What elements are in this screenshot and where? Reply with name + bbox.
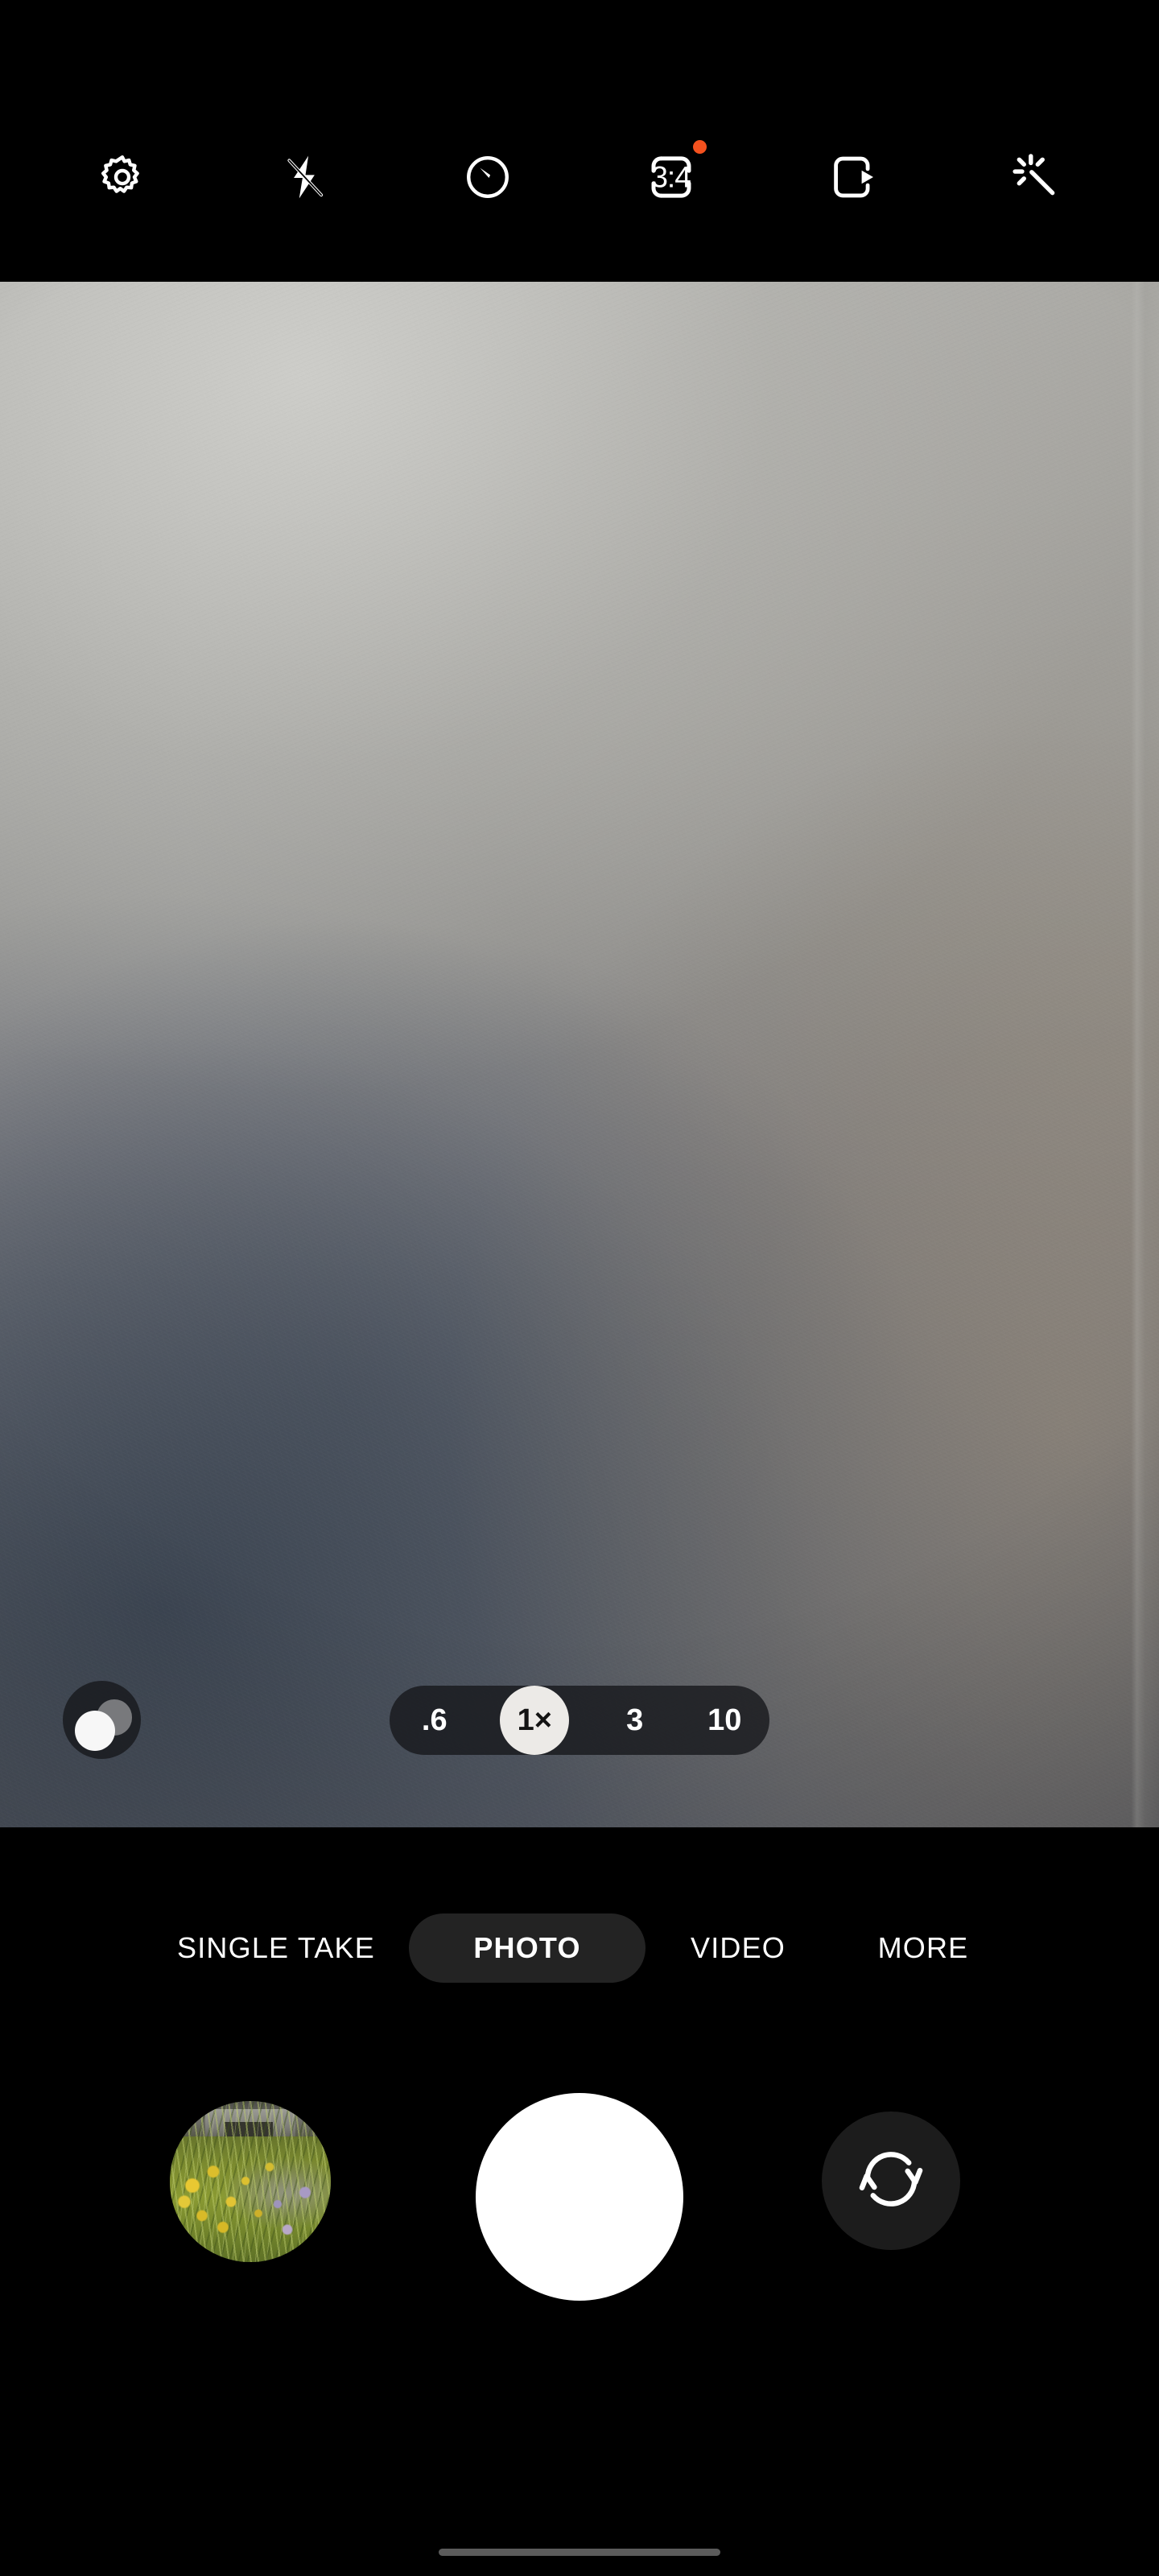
bokeh-front-circle-icon <box>74 1710 115 1752</box>
thumbnail-flowers <box>170 2146 331 2262</box>
aspect-ratio-button[interactable]: 3:4 <box>633 138 710 216</box>
motion-photo-icon <box>828 151 880 203</box>
viewfinder-vignette <box>0 282 1159 1827</box>
gallery-thumbnail-image <box>170 2101 331 2262</box>
mode-tab-photo[interactable]: PHOTO <box>409 1913 645 1983</box>
camera-viewfinder[interactable] <box>0 282 1159 1827</box>
motion-photo-button[interactable] <box>815 138 893 216</box>
badge-dot-icon <box>692 140 707 154</box>
zoom-option-3x[interactable]: 3 <box>611 1686 659 1755</box>
gallery-thumbnail-button[interactable] <box>170 2101 331 2262</box>
zoom-option-0-6[interactable]: .6 <box>410 1686 459 1755</box>
flip-camera-icon <box>854 2142 928 2220</box>
camera-mode-tabs: SINGLE TAKE PHOTO VIDEO MORE <box>0 1905 1159 1992</box>
zoom-level-selector[interactable]: .6 1× 3 10 <box>390 1686 769 1755</box>
camera-app-screen: 3:4 .6 1× 3 10 SINGLE TAKE PHOTO VIDEO M… <box>0 0 1159 2576</box>
zoom-option-10x[interactable]: 10 <box>700 1686 749 1755</box>
mode-tab-more[interactable]: MORE <box>831 1913 1016 1983</box>
filters-button[interactable] <box>998 138 1075 216</box>
flip-camera-button[interactable] <box>822 2112 960 2250</box>
flash-off-icon <box>280 152 330 202</box>
flash-button[interactable] <box>266 138 344 216</box>
capture-controls-row <box>0 2093 1159 2301</box>
settings-button[interactable] <box>84 138 161 216</box>
timer-button[interactable] <box>449 138 526 216</box>
portrait-blur-toggle[interactable] <box>63 1681 141 1759</box>
gear-icon <box>97 152 147 202</box>
zoom-option-1x[interactable]: 1× <box>500 1686 570 1755</box>
bottom-control-area: SINGLE TAKE PHOTO VIDEO MORE <box>0 1827 1159 2576</box>
top-toolbar: 3:4 <box>0 0 1159 282</box>
mode-tab-single-take[interactable]: SINGLE TAKE <box>143 1913 409 1983</box>
magic-wand-icon <box>1012 152 1062 202</box>
aspect-ratio-value: 3:4 <box>651 160 691 194</box>
mode-tab-video[interactable]: VIDEO <box>645 1913 831 1983</box>
shutter-button[interactable] <box>476 2093 683 2301</box>
home-gesture-bar[interactable] <box>439 2549 720 2556</box>
timer-icon <box>463 152 513 202</box>
